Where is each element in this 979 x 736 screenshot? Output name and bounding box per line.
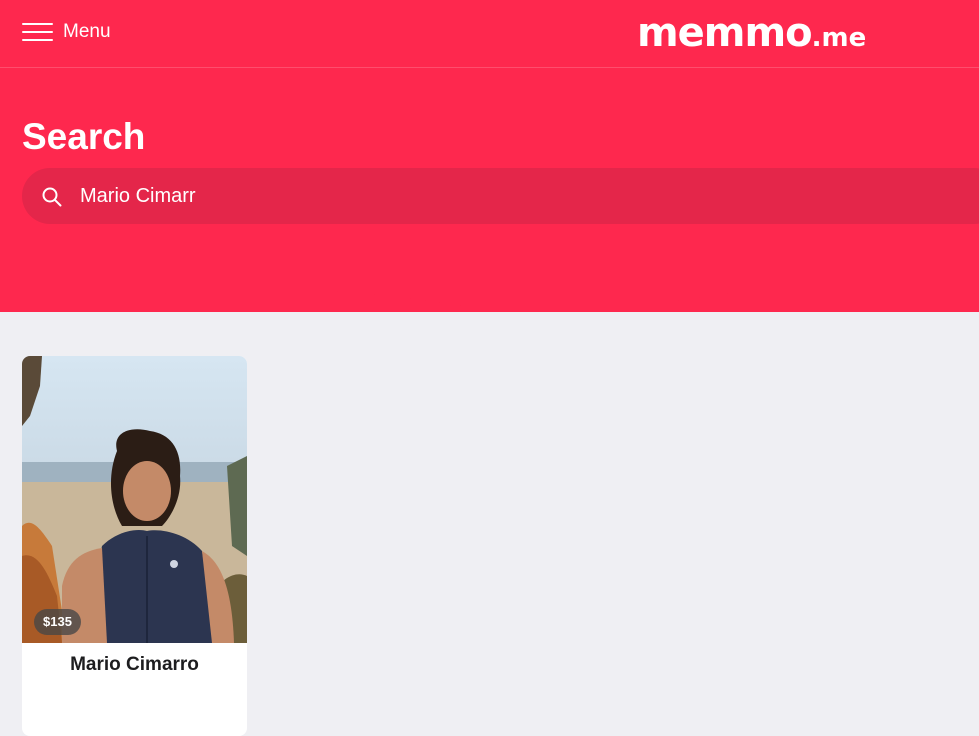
search-input[interactable] <box>80 168 960 224</box>
menu-label: Menu <box>63 21 111 42</box>
logo-tld-text: .me <box>811 23 867 53</box>
memmo-logo[interactable]: memmo .me <box>637 10 866 56</box>
page-title: Search <box>22 116 146 157</box>
price-badge: $135 <box>34 609 81 635</box>
talent-name[interactable]: Mario Cimarro <box>22 654 247 676</box>
top-bar: Menu memmo .me <box>0 0 979 68</box>
search-bar[interactable] <box>22 168 979 224</box>
header: Menu memmo .me Search <box>0 0 979 312</box>
talent-photo[interactable]: $135 <box>22 356 247 643</box>
menu-button[interactable]: Menu <box>22 18 111 46</box>
hamburger-icon <box>22 22 53 43</box>
header-wave <box>0 270 979 312</box>
logo-main-text: memmo <box>637 10 813 56</box>
talent-card[interactable]: $135 Mario Cimarro <box>22 356 247 736</box>
talent-photo-illustration <box>22 356 247 643</box>
search-icon <box>42 187 62 207</box>
